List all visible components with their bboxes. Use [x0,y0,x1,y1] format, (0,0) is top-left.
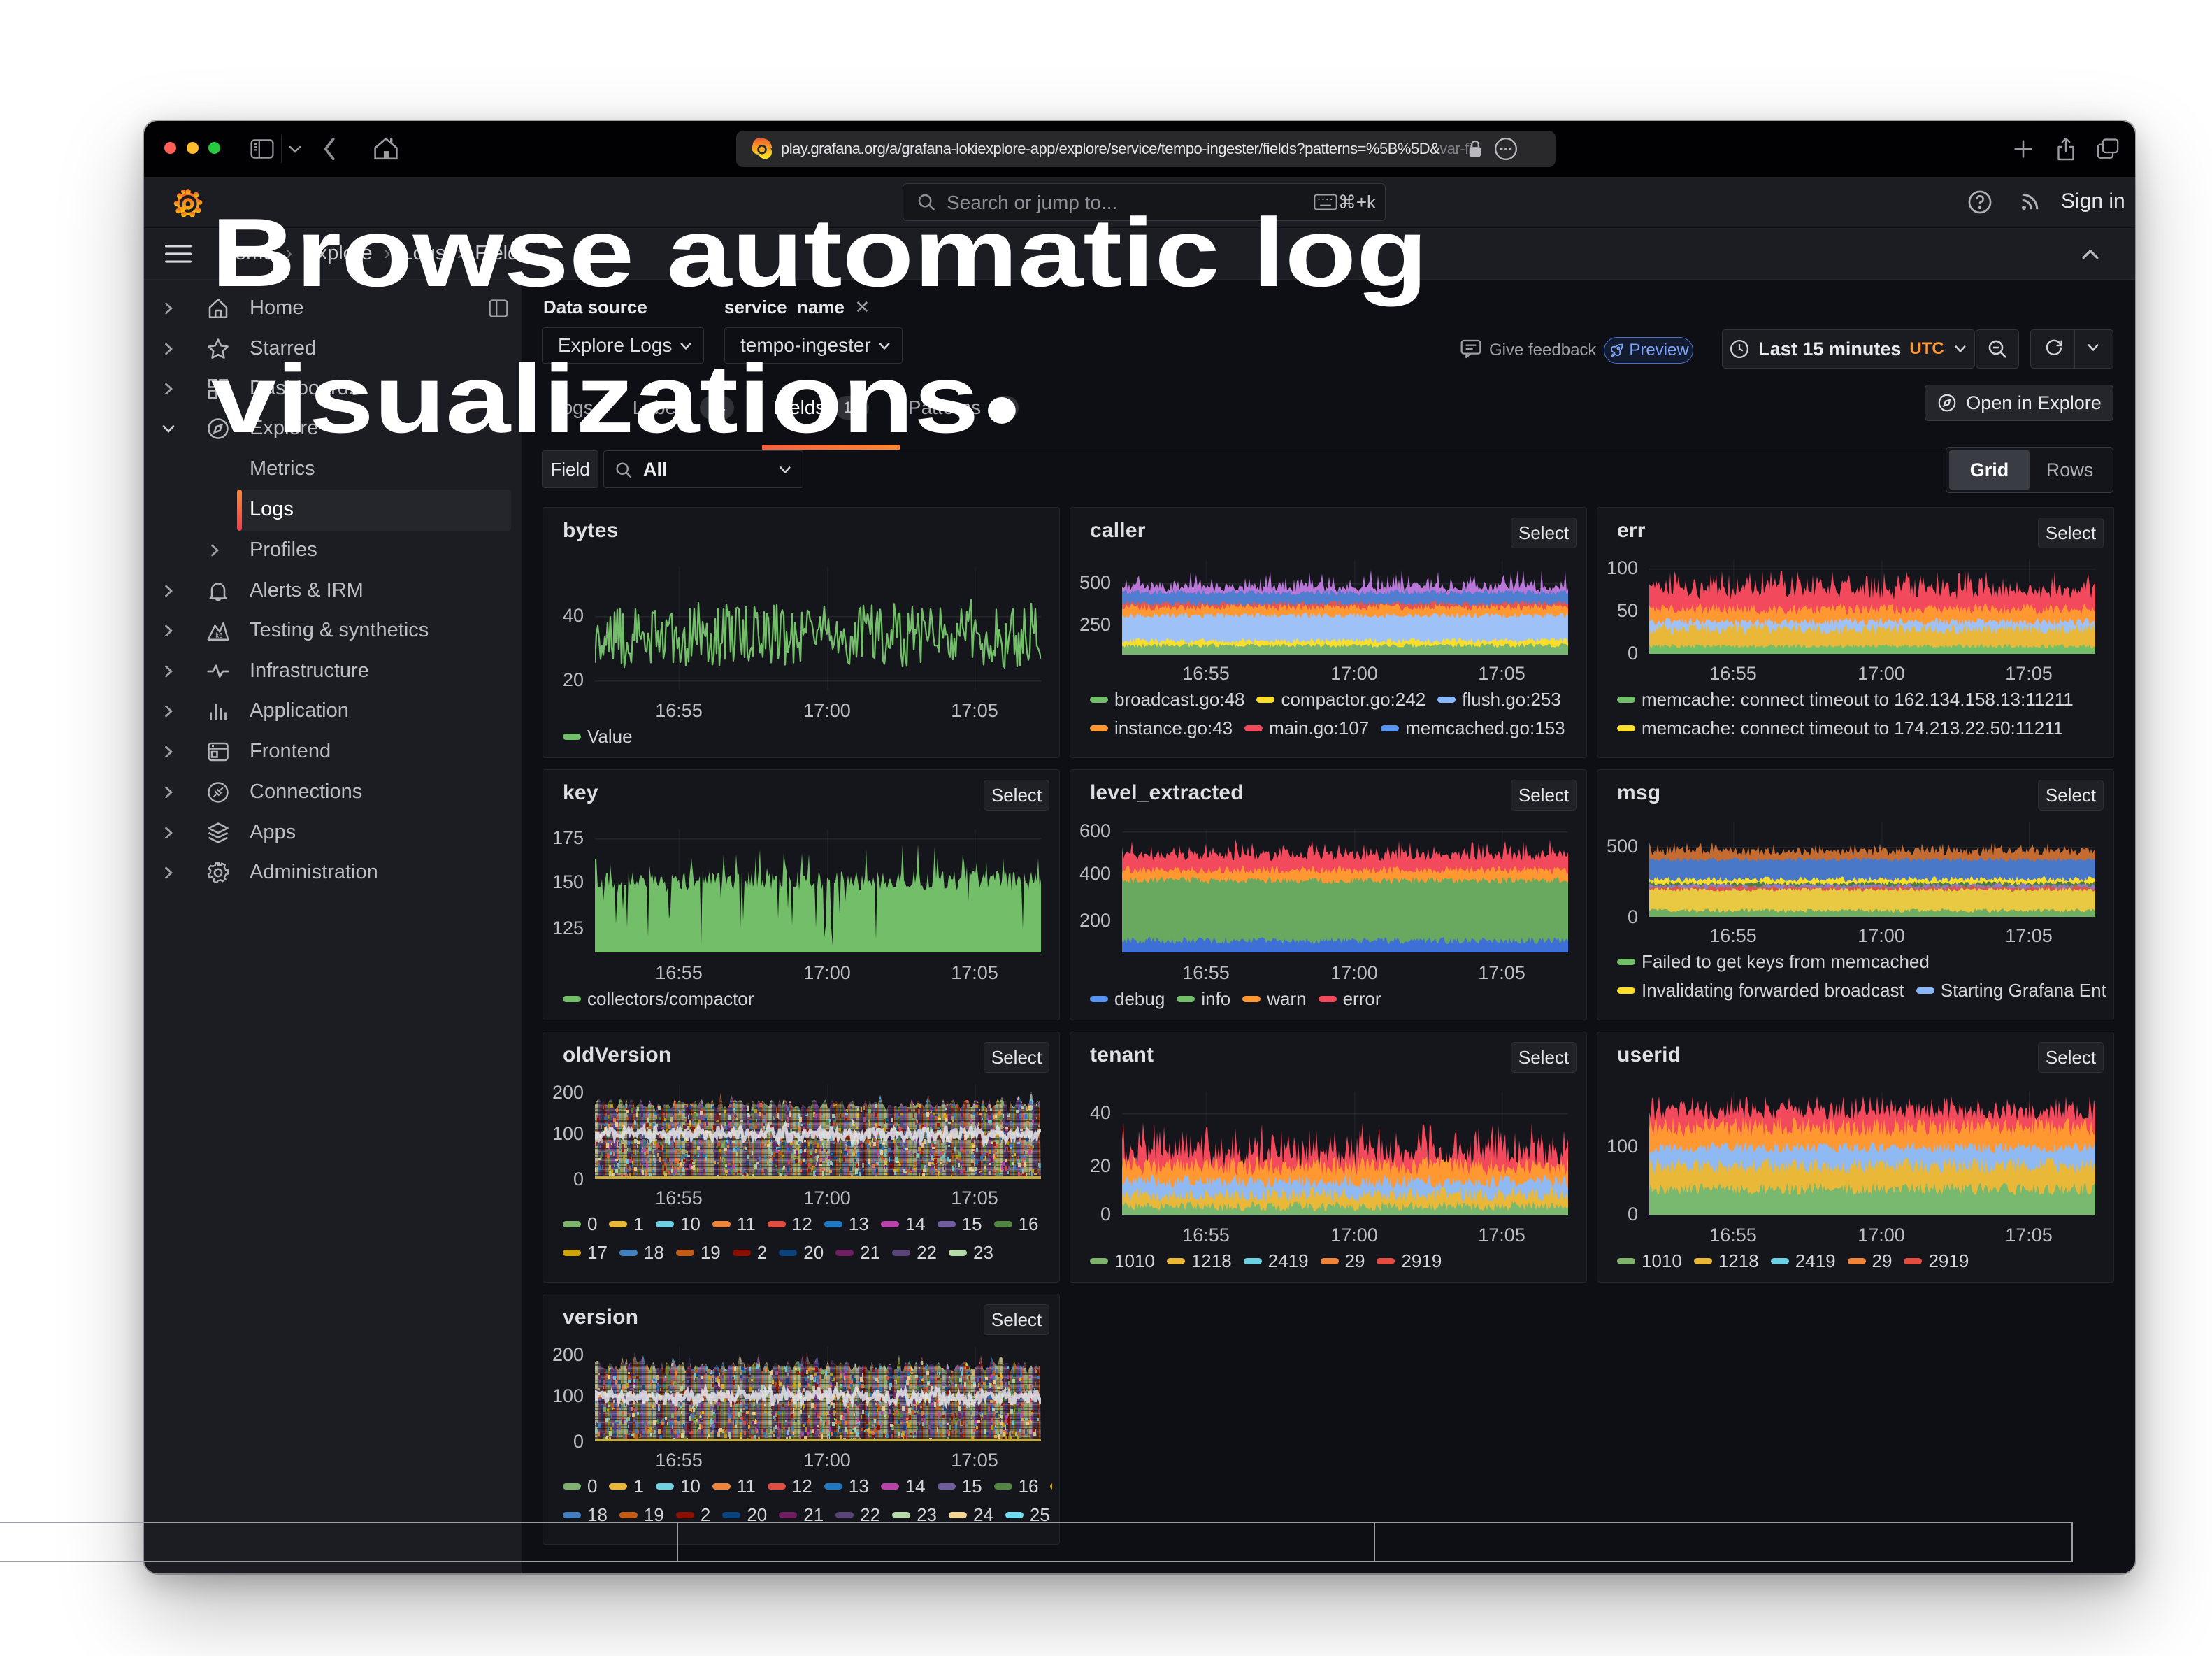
svg-text:k6: k6 [215,632,222,640]
